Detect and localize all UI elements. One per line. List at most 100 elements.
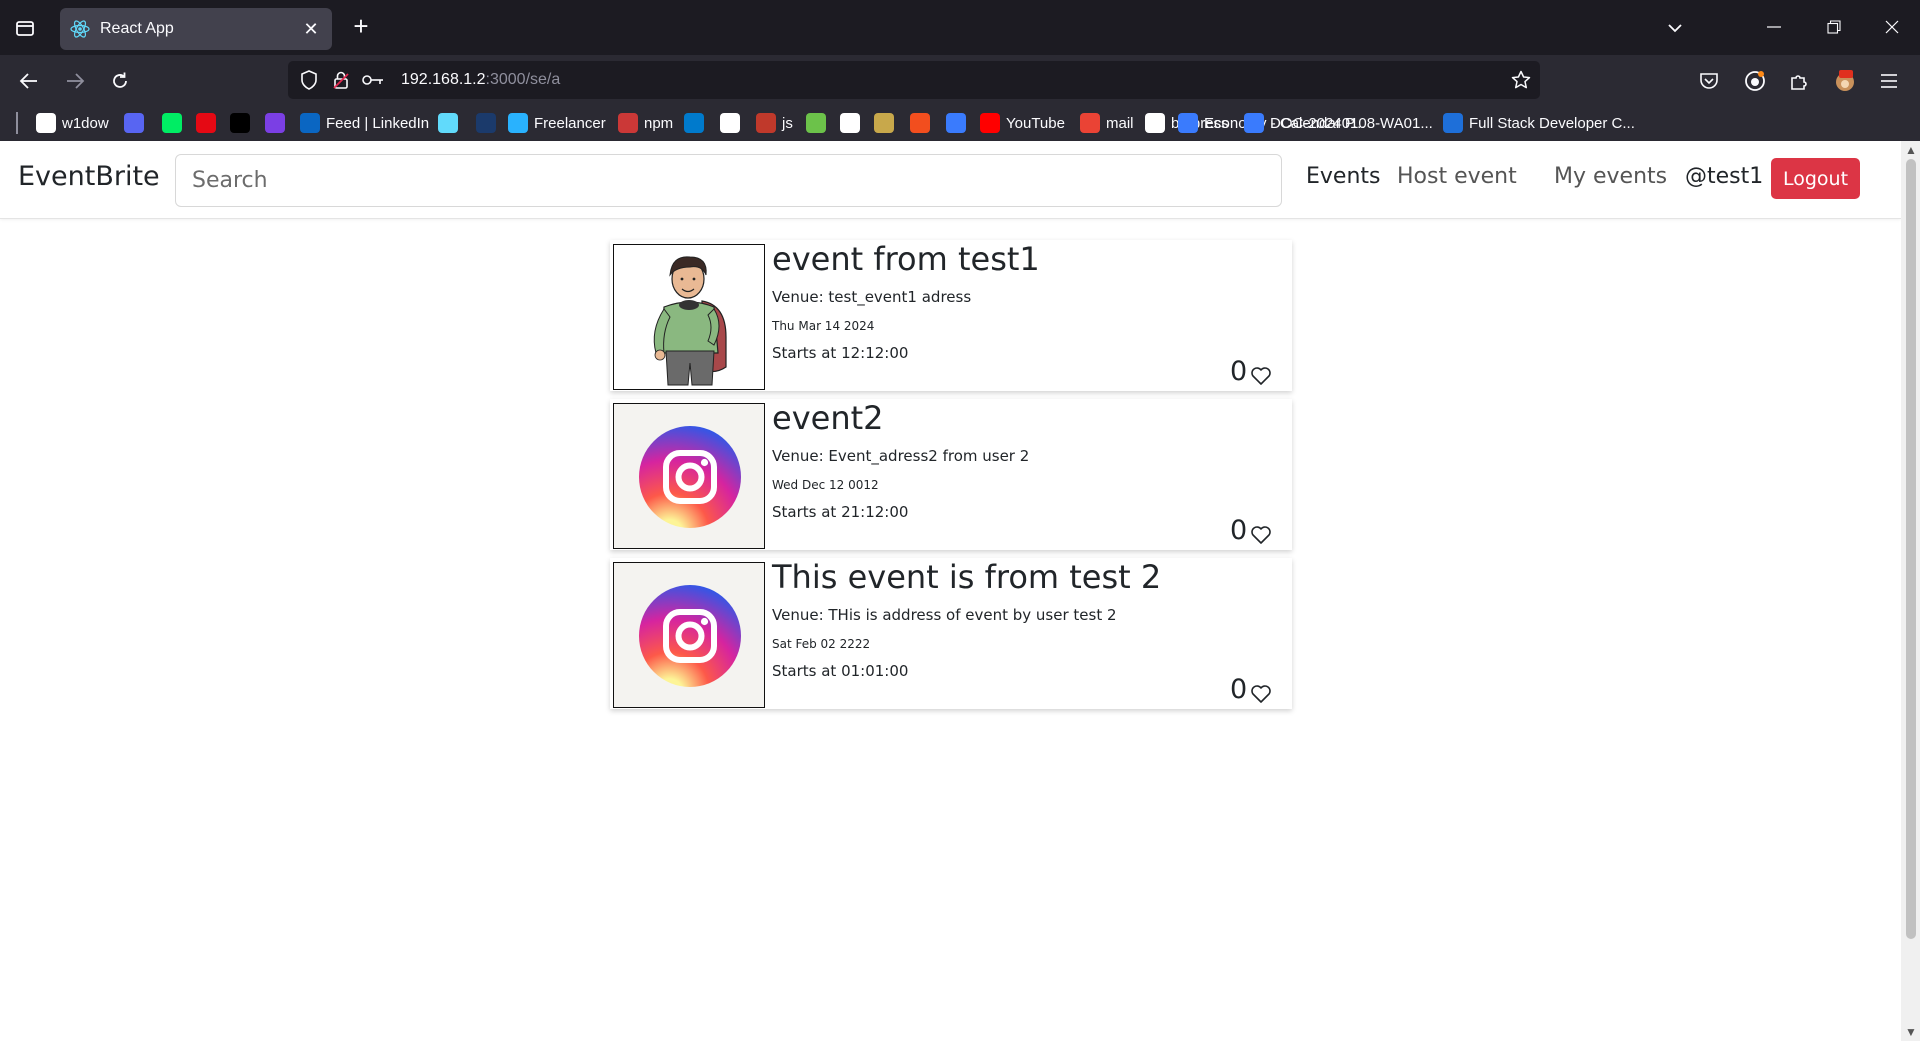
bookmark-item[interactable]: Full Stack Developer C... — [1443, 111, 1635, 135]
bookmark-label: js — [782, 114, 793, 132]
minimize-icon[interactable] — [1752, 10, 1796, 44]
event-title[interactable]: event from test1 — [772, 240, 1040, 278]
firefox-account-icon[interactable] — [1739, 65, 1771, 97]
event-venue: Venue: test_event1 adress — [772, 288, 972, 306]
url-path: :3000/se/a — [485, 71, 561, 88]
bookmark-star-icon[interactable] — [1510, 69, 1532, 91]
reload-icon[interactable] — [104, 65, 136, 97]
npm-icon — [618, 113, 638, 133]
bookmark-item[interactable]: Freelancer — [508, 111, 606, 135]
chevron-down-icon[interactable] — [1660, 14, 1690, 42]
logout-button[interactable]: Logout — [1771, 158, 1860, 199]
bookmark-label: Feed | LinkedIn — [326, 114, 430, 132]
bookmark-label: YouTube — [1006, 114, 1065, 132]
heart-icon[interactable] — [1250, 525, 1272, 545]
tab-title: React App — [100, 20, 174, 37]
hat-icon — [874, 113, 894, 133]
bookmark-label: DOC-20240108-WA01... — [1270, 114, 1433, 132]
bookmark-item[interactable] — [840, 111, 866, 135]
bookmark-item[interactable] — [162, 111, 188, 135]
bookmark-label: Full Stack Developer C... — [1469, 114, 1635, 132]
scroll-up-arrow-icon[interactable]: ▲ — [1904, 143, 1918, 157]
bookmark-label: Freelancer — [534, 114, 606, 132]
bookmark-item[interactable] — [946, 111, 972, 135]
bookmark-item[interactable] — [196, 111, 222, 135]
c-icon — [1244, 113, 1264, 133]
ns-icon — [196, 113, 216, 133]
bookmark-item[interactable]: js — [756, 111, 793, 135]
bookmark-item[interactable]: Feed | LinkedIn — [300, 111, 429, 135]
event-venue: Venue: Event_adress2 from user 2 — [772, 447, 1030, 465]
insecure-lock-icon[interactable] — [330, 69, 352, 91]
linkedin-icon — [300, 113, 320, 133]
wordpress-icon — [840, 113, 860, 133]
search-input[interactable] — [175, 154, 1282, 207]
key-icon[interactable] — [362, 69, 384, 91]
tab-list-icon[interactable] — [10, 14, 40, 42]
event-image-instagram-logo — [613, 403, 765, 549]
scrollbar-thumb[interactable] — [1906, 159, 1916, 939]
bookmark-item[interactable] — [684, 111, 710, 135]
bookmark-item[interactable]: w1dow — [36, 111, 109, 135]
forward-arrow-icon[interactable] — [59, 65, 91, 97]
bookmark-item[interactable]: DOC-20240108-WA01... — [1244, 111, 1433, 135]
bookmark-item[interactable] — [230, 111, 256, 135]
bookmark-item[interactable] — [124, 111, 150, 135]
vscode-icon — [684, 113, 704, 133]
event-venue: Venue: THis is address of event by user … — [772, 606, 1117, 624]
nav-link-my-events[interactable]: My events — [1554, 164, 1667, 189]
js-icon — [756, 113, 776, 133]
heart-icon[interactable] — [1250, 366, 1272, 386]
shield-icon[interactable] — [298, 69, 320, 91]
event-card[interactable]: This event is from test 2 Venue: THis is… — [610, 558, 1292, 709]
youtube-icon — [980, 113, 1000, 133]
event-image-instagram-logo — [613, 562, 765, 708]
nav-link-events[interactable]: Events — [1306, 164, 1381, 189]
browser-navigation-bar: 192.168.1.2:3000/se/a — [0, 55, 1920, 105]
bookmark-item[interactable] — [476, 111, 502, 135]
w1dow-icon — [36, 113, 56, 133]
close-window-icon[interactable] — [1870, 10, 1914, 44]
address-bar[interactable]: 192.168.1.2:3000/se/a — [288, 61, 1540, 99]
profile-avatar-icon[interactable] — [1829, 65, 1861, 97]
botpress-icon — [1145, 113, 1165, 133]
brand-logo-text[interactable]: EventBrite — [18, 161, 160, 192]
bookmark-item[interactable] — [438, 111, 464, 135]
event-title[interactable]: event2 — [772, 399, 884, 437]
close-tab-icon[interactable]: ✕ — [300, 18, 322, 40]
nav-user-handle[interactable]: @test1 — [1685, 164, 1763, 189]
pulse-icon — [230, 113, 250, 133]
event-image-person — [613, 244, 765, 390]
react-favicon-icon — [70, 19, 90, 39]
menu-hamburger-icon[interactable] — [1873, 65, 1905, 97]
bookmark-item[interactable] — [265, 111, 291, 135]
bookmark-item[interactable] — [874, 111, 900, 135]
like-count: 0 — [1230, 356, 1248, 387]
pocket-icon[interactable] — [1693, 65, 1725, 97]
vertical-scrollbar[interactable]: ▲ ▼ — [1901, 141, 1920, 1041]
bookmark-item[interactable] — [806, 111, 832, 135]
event-title[interactable]: This event is from test 2 — [772, 558, 1161, 596]
nodejs-icon — [806, 113, 826, 133]
bookmark-label: w1dow — [62, 114, 109, 132]
event-card[interactable]: event2 Venue: Event_adress2 from user 2 … — [610, 399, 1292, 550]
back-arrow-icon[interactable] — [13, 65, 45, 97]
mongodb-icon — [162, 113, 182, 133]
heart-icon[interactable] — [1250, 684, 1272, 704]
restore-icon[interactable] — [1812, 10, 1856, 44]
nav-link-host-event[interactable]: Host event — [1397, 164, 1517, 189]
new-tab-button[interactable]: + — [346, 12, 376, 42]
bookmark-item[interactable]: npm — [618, 111, 673, 135]
browser-tab-active[interactable]: React App ✕ — [60, 8, 332, 50]
github-icon — [720, 113, 740, 133]
url-host: 192.168.1.2 — [401, 71, 486, 88]
scroll-down-arrow-icon[interactable]: ▼ — [1904, 1025, 1918, 1039]
url-text[interactable]: 192.168.1.2:3000/se/a — [401, 71, 560, 89]
extensions-puzzle-icon[interactable] — [1783, 65, 1815, 97]
event-start-time: Starts at 12:12:00 — [772, 344, 909, 362]
bookmark-item[interactable]: YouTube — [980, 111, 1065, 135]
bookmark-item[interactable] — [910, 111, 936, 135]
bookmark-item[interactable]: mail — [1080, 111, 1134, 135]
event-card[interactable]: event from test1 Venue: test_event1 adre… — [610, 240, 1292, 391]
bookmark-item[interactable] — [720, 111, 746, 135]
